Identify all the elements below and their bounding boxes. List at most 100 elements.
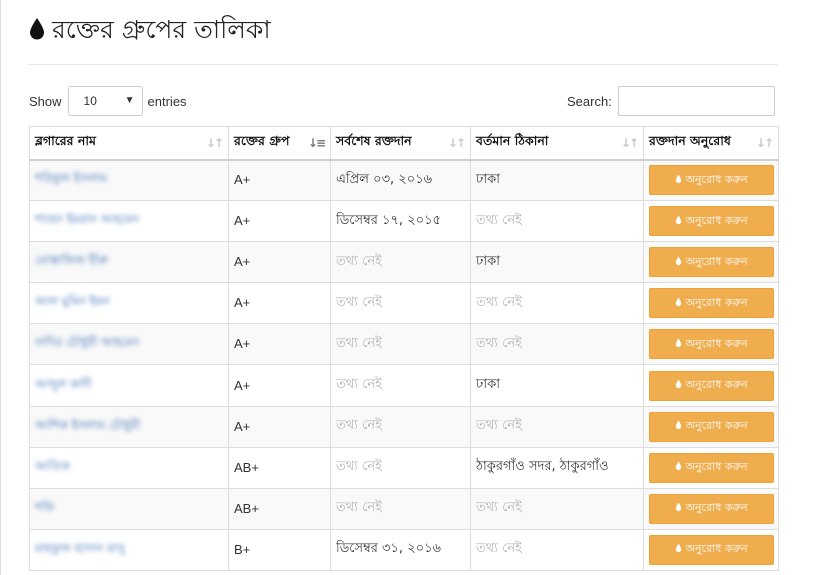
donor-name-link[interactable]: আল মুমিন ইমন [35,294,110,308]
blood-drop-icon [675,297,682,310]
donor-name-link-cell: শাহেদ ইমরান আহমেদ [29,200,229,243]
donor-name-link[interactable]: আতিক [35,459,70,473]
donor-name-link[interactable]: আশিক ইসলাম চৌধুরী [35,418,140,432]
last-donation: ডিসেম্বর ৩১, ২০১৬ [336,541,441,557]
entries-label: entries [147,93,187,109]
request-cell: অনুরোধ করুন [643,528,779,571]
request-cell: অনুরোধ করুন [643,200,779,243]
chevron-down-icon: ▼ [124,95,135,106]
search-control: Search: [567,86,775,116]
blood-group: A+ [234,418,251,434]
blood-group: AB+ [234,459,259,475]
blood-drop-icon [675,256,682,269]
column-header-5[interactable]: রক্তদান অনুরোধ ↓↑ [643,126,779,161]
donor-name-link[interactable]: শরিফুল ইসলাম [35,171,107,185]
blood-group-cell: A+ [228,282,331,325]
current-address-cell: ঠাকুরগাঁও সদর, ঠাকুরগাঁও [470,446,644,489]
blood-drop-icon [28,17,46,47]
last-donation-cell: তথ্য নেই [330,487,471,530]
table-body: শরিফুল ইসলাম A+ এপ্রিল ০৩, ২০১৬ ঢাকা অনুরোধ … [29,158,779,571]
current-address: ঢাকা [476,253,500,269]
blood-group: B+ [234,541,251,557]
column-header-4[interactable]: বর্তমান ঠিকানা ↓↑ [470,126,644,161]
current-address-cell: তথ্য নেই [470,200,644,243]
sort-icon: ↓↑ [205,136,224,150]
request-button-label: অনুরোধ করুন [685,254,748,268]
donor-name-link[interactable]: শাহেদ ইমরান আহমেদ [35,212,139,226]
donor-name-link[interactable]: শফি [35,500,54,514]
current-address-cell: তথ্য নেই [470,528,644,571]
donor-table: ব্লগারের নাম ↓↑ রক্তের গ্রুপ ↓≡ সর্বশেষ রক্ত… [29,126,779,571]
request-blood-button[interactable]: অনুরোধ করুন [649,165,774,196]
last-donation-cell: তথ্য নেই [330,405,471,448]
donor-name-link[interactable]: মোস্তাফিজ হীরু [35,253,108,267]
last-donation: তথ্য নেই [336,459,382,475]
blood-group: A+ [234,213,251,229]
request-blood-button[interactable]: অনুরোধ করুন [649,247,774,278]
blood-drop-icon [675,215,682,228]
page-title-text: রক্তের গ্রুপের তালিকা [52,15,271,44]
last-donation: তথ্য নেই [336,377,382,393]
last-donation-cell: ডিসেম্বর ৩১, ২০১৬ [330,528,471,571]
request-blood-button[interactable]: অনুরোধ করুন [649,288,774,319]
current-address: তথ্য নেই [476,335,522,351]
request-blood-button[interactable]: অনুরোধ করুন [649,370,774,401]
request-button-label: অনুরোধ করুন [685,295,748,309]
entries-select-value: 10 [83,94,97,108]
request-button-label: অনুরোধ করুন [685,542,748,556]
table-row: আশিক ইসলাম চৌধুরী A+ তথ্য নেই তথ্য নেই অনুরো… [29,405,779,448]
last-donation-cell: তথ্য নেই [330,364,471,407]
request-cell: অনুরোধ করুন [643,323,779,366]
request-blood-button[interactable]: অনুরোধ করুন [649,329,774,360]
blood-group-cell: AB+ [228,487,331,530]
donor-name-link-cell: আব্দুল কাদী [29,364,229,407]
column-header-3[interactable]: সর্বশেষ রক্তদান ↓↑ [330,126,471,161]
current-address: তথ্য নেই [476,212,522,228]
last-donation-cell: তথ্য নেই [330,323,471,366]
last-donation-cell: ডিসেম্বর ১৭, ২০১৫ [330,200,471,243]
request-cell: অনুরোধ করুন [643,405,779,448]
request-cell: অনুরোধ করুন [643,241,779,284]
search-input[interactable] [617,86,775,116]
donor-name-link[interactable]: আব্দুল কাদী [35,377,92,391]
column-header-2[interactable]: রক্তের গ্রুপ ↓≡ [228,126,331,161]
current-address: ঢাকা [476,171,500,187]
blood-group: A+ [234,172,251,188]
request-cell: অনুরোধ করুন [643,364,779,407]
donor-name-link[interactable]: মাহফুজ হাসান রাসু [35,541,125,555]
request-button-label: অনুরোধ করুন [685,460,748,474]
request-blood-button[interactable]: অনুরোধ করুন [649,206,774,237]
last-donation-cell: তথ্য নেই [330,446,471,489]
blood-group-cell: A+ [228,405,331,448]
donor-name-link-cell: আশিক ইসলাম চৌধুরী [29,405,229,448]
table-row: নাদির চৌধুরী আহমেদ A+ তথ্য নেই তথ্য নেই অনুর… [29,323,779,366]
request-button-label: অনুরোধ করুন [685,172,748,186]
entries-select[interactable]: 10 ▼ [67,86,143,116]
table-row: শফি AB+ তথ্য নেই তথ্য নেই অনুরোধ করুন [29,487,779,530]
request-blood-button[interactable]: অনুরোধ করুন [649,493,774,524]
table-row: মাহফুজ হাসান রাসু B+ ডিসেম্বর ৩১, ২০১৬ তথ্য… [29,528,779,571]
blood-drop-icon [675,174,682,187]
current-address: তথ্য নেই [476,541,522,557]
column-header-label: সর্বশেষ রক্তদান [336,132,412,148]
page-title: রক্তের গ্রুপের তালিকা [28,10,271,53]
sort-icon: ↓↑ [447,136,466,150]
column-header-label: রক্তদান অনুরোধ [649,132,731,148]
last-donation: তথ্য নেই [336,335,382,351]
title-divider [28,64,778,65]
column-header-1[interactable]: ব্লগারের নাম ↓↑ [29,126,229,161]
request-blood-button[interactable]: অনুরোধ করুন [649,452,774,483]
current-address-cell: ঢাকা [470,364,644,407]
donor-name-link-cell: শরিফুল ইসলাম [29,158,229,202]
blood-drop-icon [675,502,682,515]
sort-ascending-icon: ↓≡ [307,136,326,150]
blood-group-cell: AB+ [228,446,331,489]
blood-group-cell: A+ [228,364,331,407]
last-donation-cell: তথ্য নেই [330,241,471,284]
request-blood-button[interactable]: অনুরোধ করুন [649,534,774,565]
request-blood-button[interactable]: অনুরোধ করুন [649,411,774,442]
donor-name-link[interactable]: নাদির চৌধুরী আহমেদ [35,335,139,349]
show-label: Show [29,93,62,109]
blood-group: A+ [234,254,251,270]
blood-drop-icon [675,338,682,351]
